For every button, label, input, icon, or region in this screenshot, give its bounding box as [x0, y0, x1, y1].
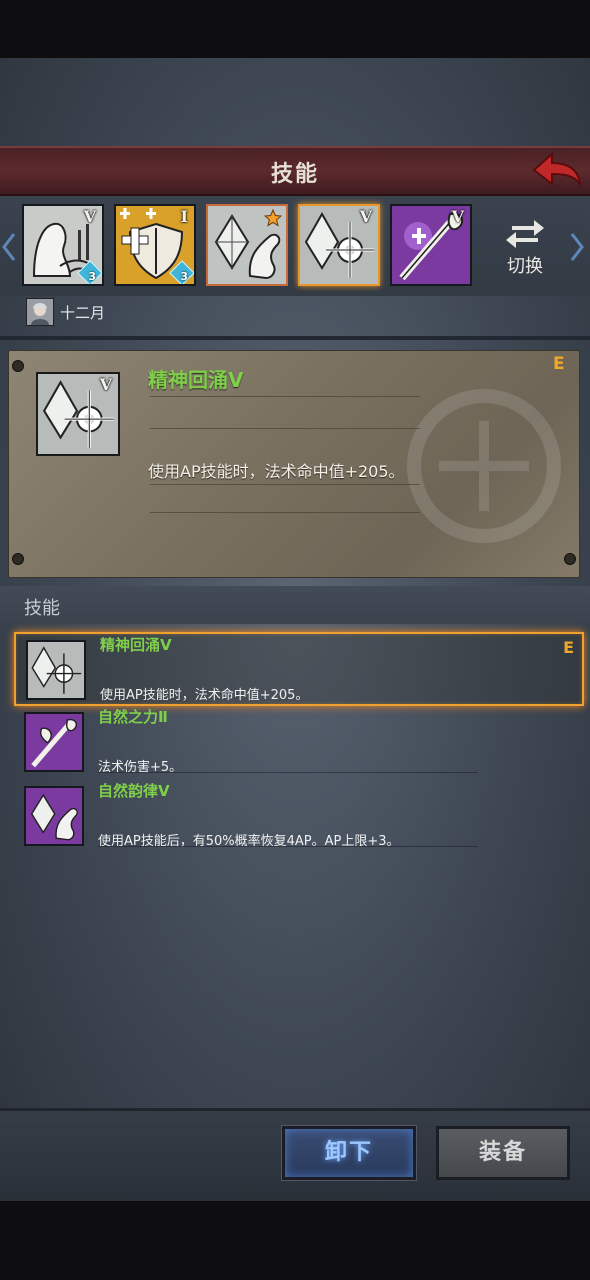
slot-level: V — [83, 207, 96, 226]
skill-slot-4[interactable]: V — [298, 204, 380, 286]
chevron-right-icon[interactable] — [570, 232, 584, 262]
equip-button[interactable]: 装备 — [436, 1126, 570, 1180]
detail-grade: E — [553, 354, 565, 374]
section-label: 技能 — [24, 598, 60, 619]
skill-name: 精神回涌Ⅴ — [100, 636, 172, 654]
avatar — [26, 298, 54, 326]
skill-list-item-1[interactable]: 精神回涌Ⅴ 使用AP技能时，法术命中值+205。 E — [14, 632, 584, 706]
status-bar-area — [0, 0, 590, 58]
skill-list-item-2[interactable]: 自然之力Ⅱ 法术伤害+5。 — [14, 706, 580, 776]
detail-skill-icon: V — [36, 372, 120, 456]
unequip-button[interactable]: 卸下 — [282, 1126, 416, 1180]
section-header — [0, 586, 590, 624]
divider — [0, 336, 590, 340]
nature-crystal-hand-icon — [26, 788, 82, 844]
swap-icon — [506, 220, 544, 248]
skill-slot-1[interactable]: V 3 — [22, 204, 104, 286]
gem-count: 3 — [180, 270, 188, 283]
chevron-left-icon[interactable] — [2, 232, 16, 262]
skill-list-item-3[interactable]: 自然韵律Ⅴ 使用AP技能后，有50%概率恢复4AP。AP上限+3。 — [14, 780, 580, 850]
character-portrait-icon — [27, 299, 53, 325]
skill-grade: E — [563, 638, 574, 657]
skill-icon — [24, 786, 84, 846]
skill-slot-5[interactable]: V — [390, 204, 472, 286]
row-divider — [98, 772, 478, 773]
rivet — [12, 360, 24, 372]
nature-staff-icon — [26, 714, 82, 770]
card-rule — [150, 396, 420, 397]
title-bar: 技能 — [0, 146, 590, 196]
back-arrow-icon — [532, 151, 582, 188]
slot-level: V — [359, 207, 372, 226]
crystal-burst-icon — [28, 642, 84, 698]
card-rule — [150, 512, 420, 513]
skill-name: 自然之力Ⅱ — [98, 708, 168, 726]
system-nav-area — [0, 1198, 590, 1280]
page-title: 技能 — [270, 162, 319, 187]
switch-label: 切换 — [507, 256, 543, 277]
skill-icon — [24, 712, 84, 772]
star-icon — [264, 209, 282, 227]
slot-level: I — [180, 207, 188, 226]
rivet — [12, 553, 24, 565]
watermark-emblem-icon — [407, 389, 561, 543]
switch-button[interactable]: 切换 — [498, 216, 552, 278]
skill-name: 自然韵律Ⅴ — [98, 782, 170, 800]
row-divider — [98, 846, 478, 847]
detail-description: 使用AP技能时，法术命中值+205。 — [148, 462, 405, 481]
skill-icon — [26, 640, 86, 700]
skill-slot-3[interactable] — [206, 204, 288, 286]
card-rule — [150, 428, 420, 429]
skill-description: 使用AP技能时，法术命中值+205。 — [100, 688, 309, 703]
gem-count: 3 — [88, 270, 96, 283]
character-name: 十二月 — [60, 304, 106, 322]
skill-slot-2[interactable]: I 3 — [114, 204, 196, 286]
card-rule — [150, 484, 420, 485]
detail-skill-name: 精神回涌Ⅴ — [148, 368, 244, 392]
rivet — [564, 553, 576, 565]
slot-level: V — [451, 207, 464, 226]
detail-skill-level: V — [99, 375, 112, 394]
back-button[interactable] — [530, 150, 584, 190]
